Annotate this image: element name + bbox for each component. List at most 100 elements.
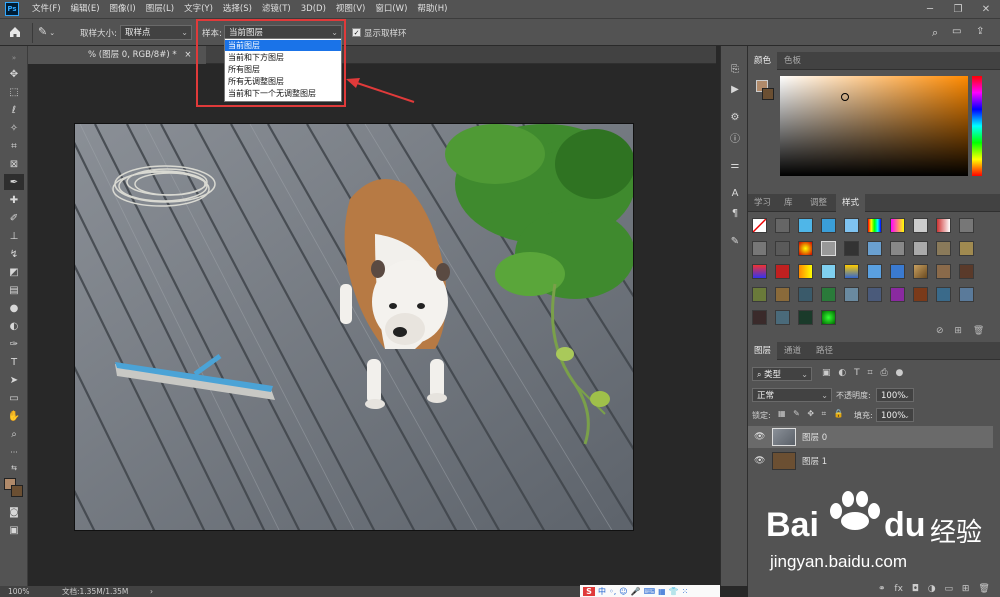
gradient-tool-icon[interactable]: ▤: [4, 282, 24, 298]
style-swatch[interactable]: [844, 241, 859, 256]
style-swatch[interactable]: [844, 287, 859, 302]
pen-tool-icon[interactable]: ✑: [4, 336, 24, 352]
visibility-eye-icon[interactable]: 👁: [754, 432, 765, 442]
filter-type-icon[interactable]: T: [854, 368, 860, 378]
style-swatch[interactable]: [959, 264, 974, 279]
lock-all-icon[interactable]: 🔒: [834, 409, 844, 418]
lock-position-icon[interactable]: ✥: [807, 409, 814, 418]
ime-mode[interactable]: 中: [598, 586, 606, 597]
sample-size-select[interactable]: 取样点 ⌄: [120, 25, 192, 40]
style-swatch[interactable]: [798, 264, 813, 279]
dodge-tool-icon[interactable]: ◐: [4, 318, 24, 334]
fill-input[interactable]: 100% ⌄: [876, 408, 914, 422]
info-panel-icon[interactable]: ⓘ: [727, 130, 743, 145]
style-swatch[interactable]: [867, 264, 882, 279]
minimize-icon[interactable]: ─: [916, 0, 944, 18]
canvas-image[interactable]: [74, 123, 634, 531]
style-swatch[interactable]: [913, 287, 928, 302]
filter-smart-object-icon[interactable]: ⎙: [880, 368, 887, 378]
filter-shape-icon[interactable]: ⌗: [868, 368, 873, 378]
style-swatch[interactable]: [936, 241, 951, 256]
layer-name[interactable]: 图层 1: [802, 455, 827, 467]
background-color-swatch[interactable]: [11, 485, 23, 497]
adjustment-layer-icon[interactable]: ◑: [928, 584, 936, 594]
menu-file[interactable]: 文件(F): [27, 0, 66, 18]
new-style-icon[interactable]: ⊞: [954, 326, 962, 336]
style-swatch[interactable]: [821, 287, 836, 302]
style-swatch[interactable]: [821, 241, 836, 256]
ime-grid-icon[interactable]: ⁙: [682, 587, 689, 596]
color-field[interactable]: [780, 76, 968, 176]
style-swatch[interactable]: [752, 241, 767, 256]
lock-artboard-icon[interactable]: ⌗: [822, 409, 827, 418]
more-tools-icon[interactable]: ···: [4, 444, 24, 460]
style-swatch[interactable]: [752, 310, 767, 325]
swap-colors-icon[interactable]: ⇆: [4, 460, 24, 476]
lock-transparency-icon[interactable]: ▦: [778, 409, 786, 418]
style-swatch[interactable]: [936, 218, 951, 233]
style-swatch[interactable]: [936, 264, 951, 279]
tab-channels[interactable]: 通道: [778, 342, 807, 360]
style-swatch[interactable]: [798, 287, 813, 302]
style-swatch[interactable]: [890, 218, 905, 233]
home-icon[interactable]: [8, 25, 24, 41]
tab-color[interactable]: 颜色: [748, 52, 778, 70]
style-swatch[interactable]: [913, 264, 928, 279]
quick-select-tool-icon[interactable]: ✧: [4, 120, 24, 136]
style-swatch[interactable]: [775, 241, 790, 256]
menu-select[interactable]: 选择(S): [218, 0, 257, 18]
style-swatch[interactable]: [775, 264, 790, 279]
character-panel-icon[interactable]: A: [727, 186, 743, 200]
tab-swatches[interactable]: 色板: [778, 52, 807, 70]
crop-tool-icon[interactable]: ⌗: [4, 138, 24, 154]
style-swatch[interactable]: [959, 241, 974, 256]
style-swatch[interactable]: [959, 287, 974, 302]
style-swatch[interactable]: [821, 264, 836, 279]
menu-3d[interactable]: 3D(D): [296, 0, 331, 18]
menu-view[interactable]: 视图(V): [331, 0, 370, 18]
restore-icon[interactable]: ❐: [944, 0, 972, 18]
adjustments-icon[interactable]: ⚌: [727, 158, 743, 172]
status-expand-icon[interactable]: ›: [150, 586, 153, 597]
quick-mask-icon[interactable]: ◙: [4, 504, 24, 520]
clear-style-icon[interactable]: ⊘: [936, 326, 944, 336]
keyboard-icon[interactable]: ⌨: [644, 587, 656, 596]
style-swatch[interactable]: [752, 287, 767, 302]
delete-layer-icon[interactable]: 🗑: [978, 584, 989, 594]
tab-libraries[interactable]: 库: [778, 194, 799, 212]
workspace-icon[interactable]: ▭: [952, 26, 961, 37]
menu-image[interactable]: 图像(I): [105, 0, 141, 18]
style-swatch[interactable]: [752, 264, 767, 279]
type-tool-icon[interactable]: T: [4, 354, 24, 370]
zoom-level[interactable]: 100%: [8, 586, 29, 597]
menu-type[interactable]: 文字(Y): [179, 0, 218, 18]
hand-tool-icon[interactable]: ✋: [4, 408, 24, 424]
style-swatch[interactable]: [798, 218, 813, 233]
toolbox-icon[interactable]: ▦: [658, 587, 666, 596]
hue-slider[interactable]: [972, 76, 982, 176]
eyedropper-preset-icon[interactable]: ✎ ⌄: [38, 25, 66, 41]
punctuation-icon[interactable]: ◦,: [609, 587, 616, 596]
filter-adjustment-icon[interactable]: ◐: [838, 368, 846, 378]
zoom-tool-icon[interactable]: ⌕: [4, 426, 24, 442]
show-ring-checkbox[interactable]: ✓: [352, 28, 361, 37]
style-swatch[interactable]: [913, 218, 928, 233]
close-document-icon[interactable]: ×: [184, 50, 191, 60]
style-swatch[interactable]: [775, 218, 790, 233]
new-group-icon[interactable]: ▭: [945, 584, 954, 594]
menu-window[interactable]: 窗口(W): [370, 0, 412, 18]
menu-layer[interactable]: 图层(L): [141, 0, 179, 18]
style-swatch[interactable]: [798, 241, 813, 256]
sogou-logo-icon[interactable]: S: [583, 586, 595, 596]
filter-toggle-icon[interactable]: ●: [896, 368, 904, 378]
screen-mode-icon[interactable]: ▣: [4, 522, 24, 538]
eraser-tool-icon[interactable]: ◩: [4, 264, 24, 280]
style-swatch[interactable]: [844, 264, 859, 279]
brush-settings-icon[interactable]: ✎: [727, 234, 743, 248]
clone-stamp-tool-icon[interactable]: ⊥: [4, 228, 24, 244]
voice-icon[interactable]: 🎤: [631, 587, 641, 596]
collapse-toolbar-icon[interactable]: »: [4, 50, 24, 66]
lasso-tool-icon[interactable]: ℓ: [4, 102, 24, 118]
emoji-icon[interactable]: ☺: [619, 587, 627, 596]
marquee-tool-icon[interactable]: ⬚: [4, 84, 24, 100]
